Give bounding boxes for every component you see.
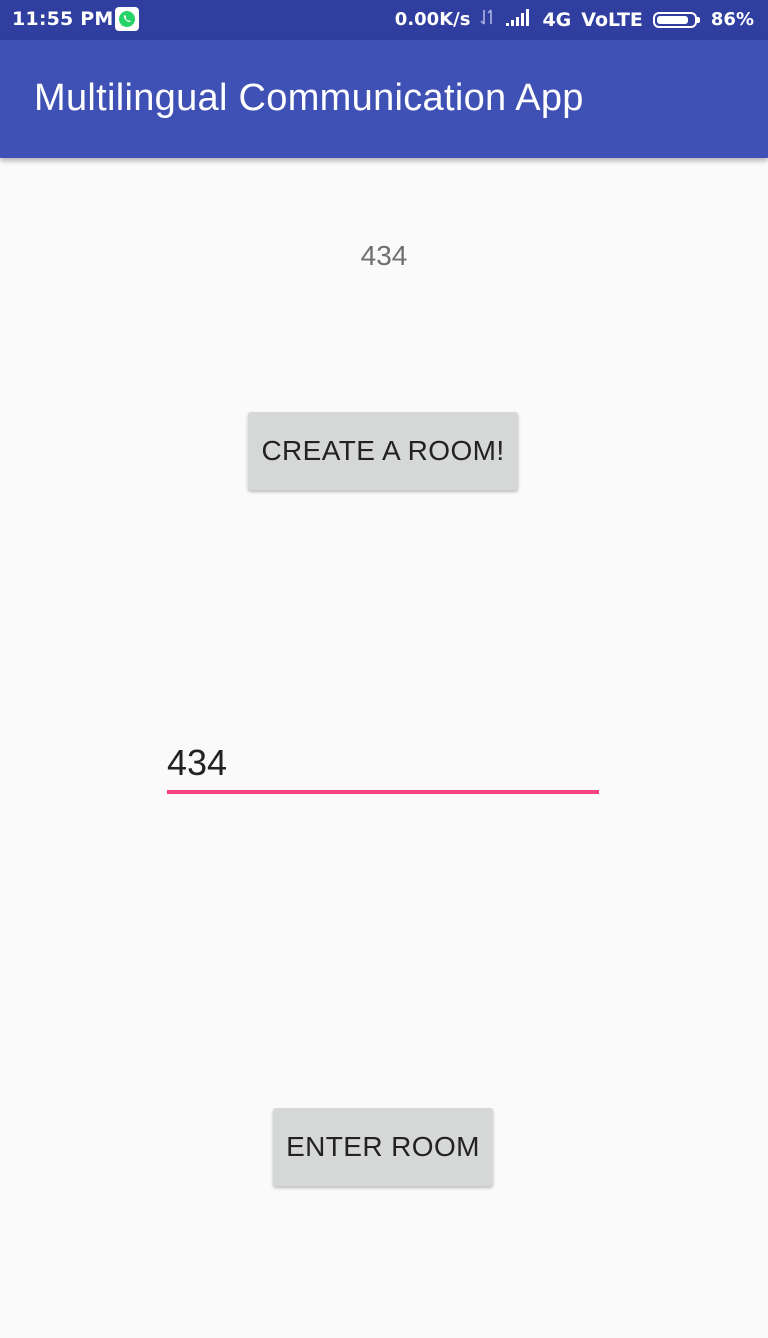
- whatsapp-icon: [115, 7, 139, 31]
- status-right-group: 0.00K/s 4G VoLTE 86%: [395, 8, 754, 31]
- battery-tip: [696, 16, 700, 23]
- data-arrows-icon: [480, 8, 496, 31]
- signal-icon: [506, 8, 532, 31]
- volte-label: VoLTE: [581, 8, 643, 31]
- battery-fill: [656, 15, 688, 24]
- room-code-input[interactable]: [167, 736, 599, 790]
- app-title: Multilingual Communication App: [34, 77, 584, 119]
- network-type: 4G: [542, 8, 572, 31]
- room-code-field: [167, 736, 599, 796]
- network-speed: 0.00K/s: [394, 9, 471, 30]
- create-room-button[interactable]: CREATE A ROOM!: [248, 412, 518, 490]
- room-code-text: 434: [360, 240, 408, 271]
- battery-icon: [652, 11, 701, 29]
- status-bar: 11:55 PM 0.00K/s 4G VoLTE 86%: [0, 0, 768, 40]
- enter-room-button[interactable]: ENTER ROOM: [273, 1108, 493, 1186]
- battery-percent: 86%: [710, 9, 754, 30]
- input-underline: [167, 790, 599, 794]
- status-time: 11:55 PM: [12, 8, 114, 30]
- app-bar: Multilingual Communication App: [0, 40, 768, 158]
